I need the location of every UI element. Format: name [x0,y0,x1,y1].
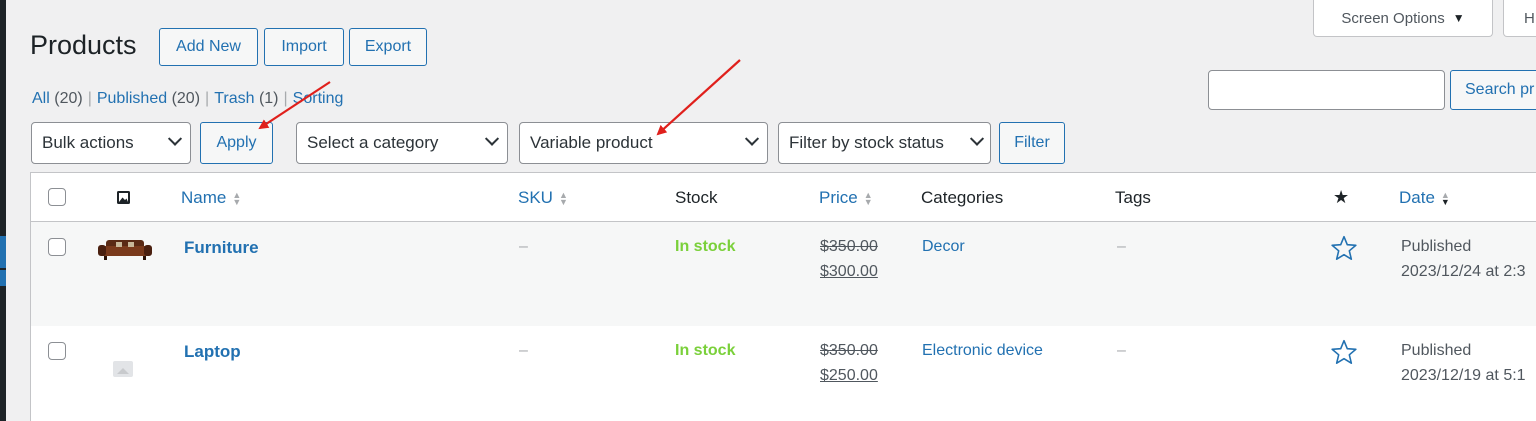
sku-value: – [519,238,528,255]
sale-price: $250.00 [820,367,878,384]
placeholder-image-icon[interactable] [113,361,133,377]
select-all-checkbox[interactable] [48,188,66,206]
view-all-link[interactable]: All (20) [32,90,83,107]
view-published-link[interactable]: Published (20) [97,90,200,107]
help-button[interactable]: H [1503,0,1536,37]
table-row: Laptop – In stock $350.00 $250.00 Electr… [31,326,1536,421]
post-date: 2023/12/19 at 5:1 [1401,367,1526,384]
stock-status: In stock [675,238,736,255]
image-icon [117,191,130,204]
post-date: 2023/12/24 at 2:3 [1401,263,1526,280]
category-select[interactable]: Select a category [296,122,508,164]
search-input[interactable] [1208,70,1445,110]
column-name-header[interactable]: Name ▲ ▼ [181,188,241,208]
search-products-button[interactable]: Search pr [1450,70,1536,110]
sort-icon: ▲ ▼ [558,189,568,207]
view-filters: All (20) | Published (20) | Trash (1) | Sortin… [32,90,344,107]
chevron-down-icon [969,131,985,146]
filter-button[interactable]: Filter [999,122,1065,164]
product-name-link[interactable]: Laptop [184,342,241,362]
post-status: Published [1401,238,1472,255]
caret-down-icon: ▼ [1452,11,1465,25]
category-value: Select a category [307,133,439,152]
sku-value: – [519,342,528,359]
product-thumbnail[interactable] [98,238,152,262]
tags-value: – [1117,238,1126,255]
apply-button[interactable]: Apply [200,122,273,164]
export-button[interactable]: Export [349,28,427,66]
screen-options-button[interactable]: Screen Options ▼ [1313,0,1493,37]
products-table: Name ▲ ▼ SKU ▲ ▼ Stock Price ▲ ▼ Categories Ta… [30,172,1536,421]
import-button[interactable]: Import [264,28,344,66]
column-stock-header: Stock [675,188,718,207]
table-header: Name ▲ ▼ SKU ▲ ▼ Stock Price ▲ ▼ Categories Ta… [31,173,1536,222]
sort-desc-icon: ▲ ▼ [1440,189,1450,207]
view-trash-link[interactable]: Trash (1) [214,90,278,107]
post-status: Published [1401,342,1472,359]
bulk-actions-select[interactable]: Bulk actions [31,122,191,164]
star-outline-icon[interactable] [1330,235,1358,261]
stock-status-select[interactable]: Filter by stock status [778,122,991,164]
category-link[interactable]: Decor [922,238,965,256]
tags-value: – [1117,342,1126,359]
sort-icon: ▲ ▼ [863,189,873,207]
chevron-down-icon [484,131,500,146]
product-name-link[interactable]: Furniture [184,238,259,258]
bulk-actions-value: Bulk actions [42,133,134,152]
column-sku-header[interactable]: SKU ▲ ▼ [518,188,568,208]
admin-sidebar-edge [0,0,6,421]
row-checkbox[interactable] [48,238,66,256]
stock-status-value: Filter by stock status [789,133,944,152]
screen-options-label: Screen Options [1341,9,1445,27]
column-price-header[interactable]: Price ▲ ▼ [819,188,873,208]
column-tags-header: Tags [1115,188,1151,207]
help-label: H [1524,9,1535,27]
sort-icon: ▲ ▼ [232,189,242,207]
category-link[interactable]: Electronic device [922,342,1043,360]
product-type-value: Variable product [530,133,653,152]
regular-price: $350.00 [820,342,878,359]
stock-status: In stock [675,342,736,359]
column-categories-header: Categories [921,188,1004,207]
star-outline-icon[interactable] [1330,339,1358,365]
sidebar-active-marker [0,270,6,286]
add-new-button[interactable]: Add New [159,28,258,66]
table-row: Furniture – In stock $350.00 $300.00 Dec… [31,222,1536,326]
column-date-header[interactable]: Date ▲ ▼ [1399,188,1450,208]
chevron-down-icon [167,131,183,146]
page-title: Products [30,30,137,60]
chevron-down-icon [744,131,760,146]
sidebar-active-marker [0,236,6,268]
row-checkbox[interactable] [48,342,66,360]
star-filled-icon: ★ [1333,187,1350,207]
view-sorting-link[interactable]: Sorting [293,90,344,107]
regular-price: $350.00 [820,238,878,255]
sale-price: $300.00 [820,263,878,280]
product-type-select[interactable]: Variable product [519,122,768,164]
